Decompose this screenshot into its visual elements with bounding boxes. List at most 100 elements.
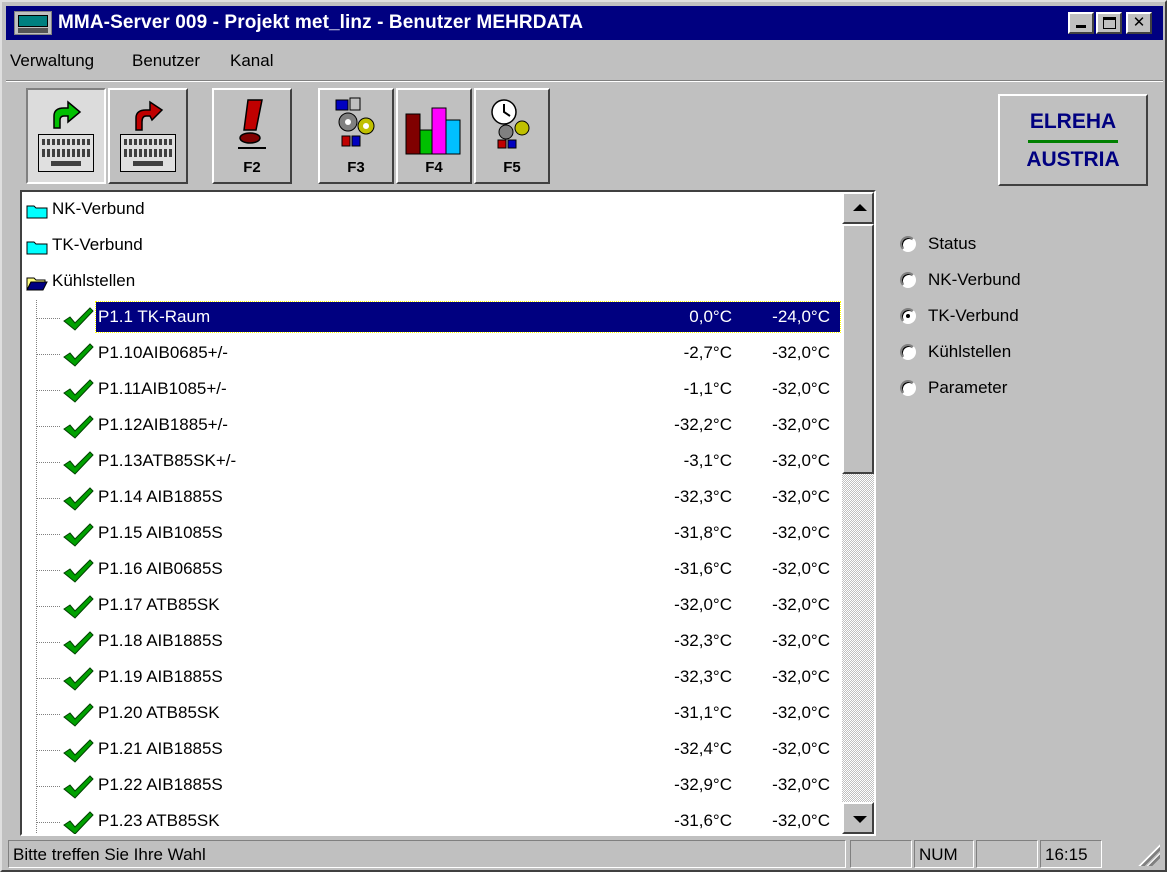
scroll-thumb[interactable] xyxy=(842,224,874,474)
scroll-down-button[interactable] xyxy=(842,802,874,834)
tree-item-label: P1.22 AIB1885S xyxy=(98,775,223,794)
window-title: MMA-Server 009 - Projekt met_linz - Benu… xyxy=(58,12,584,33)
radio-selected-dot xyxy=(906,314,910,318)
scroll-up-button[interactable] xyxy=(842,192,874,224)
tree-connector xyxy=(37,714,61,715)
status-num-lock: NUM xyxy=(914,840,974,868)
radio-button[interactable] xyxy=(900,344,916,360)
check-icon xyxy=(63,631,94,655)
radio-button[interactable] xyxy=(900,236,916,252)
check-icon xyxy=(63,523,94,547)
tree-folder-label: NK-Verbund xyxy=(52,199,145,218)
status-time: 16:15 xyxy=(1040,840,1102,868)
f2-label: F2 xyxy=(243,159,261,176)
check-icon xyxy=(63,343,94,367)
maximize-icon xyxy=(1103,17,1116,29)
status-bar: Bitte treffen Sie Ihre Wahl NUM 16:15 xyxy=(6,838,1163,870)
maximize-button[interactable] xyxy=(1096,12,1122,34)
tree-item-row[interactable]: P1.19 AIB1885S -32,3°C -32,0°C xyxy=(22,660,842,696)
tree-item-row[interactable]: P1.18 AIB1885S -32,3°C -32,0°C xyxy=(22,624,842,660)
resize-grip-icon[interactable] xyxy=(1136,842,1160,866)
tree-connector xyxy=(37,462,61,463)
minimize-button[interactable] xyxy=(1068,12,1094,34)
logout-arrow-icon xyxy=(135,100,164,131)
setpoint-temperature: -32,0°C xyxy=(772,523,830,542)
menu-verwaltung[interactable]: Verwaltung xyxy=(10,51,94,71)
tree-item-label: P1.14 AIB1885S xyxy=(98,487,223,506)
radio-label: Parameter xyxy=(928,378,1008,397)
tree-item-row[interactable]: P1.14 AIB1885S -32,3°C -32,0°C xyxy=(22,480,842,516)
tree-connector xyxy=(37,534,61,535)
tree-item-row[interactable]: P1.20 ATB85SK -31,1°C -32,0°C xyxy=(22,696,842,732)
actual-temperature: -32,4°C xyxy=(674,739,732,758)
clock-settings-icon xyxy=(491,99,530,149)
tree-folder-row[interactable]: NK-Verbund xyxy=(22,192,842,228)
logo-divider xyxy=(1028,140,1118,143)
tree-list: NK-Verbund TK-Verbund Kühlstellen P1.1 TK-R… xyxy=(22,192,842,834)
tree-item-row[interactable]: P1.11AIB1085+/- -1,1°C -32,0°C xyxy=(22,372,842,408)
tree-view[interactable]: NK-Verbund TK-Verbund Kühlstellen P1.1 TK-R… xyxy=(20,190,876,836)
tree-item-row[interactable]: P1.15 AIB1085S -31,8°C -32,0°C xyxy=(22,516,842,552)
f5-button[interactable]: F5 xyxy=(474,88,550,184)
f2-button[interactable]: F2 xyxy=(212,88,292,184)
actual-temperature: -31,6°C xyxy=(674,559,732,578)
radio-label: TK-Verbund xyxy=(928,306,1019,325)
f4-button[interactable]: F4 xyxy=(396,88,472,184)
vertical-scrollbar[interactable] xyxy=(842,192,874,834)
tree-item-row[interactable]: P1.16 AIB0685S -31,6°C -32,0°C xyxy=(22,552,842,588)
actual-temperature: -31,6°C xyxy=(674,811,732,830)
tree-item-row[interactable]: P1.10AIB0685+/- -2,7°C -32,0°C xyxy=(22,336,842,372)
actual-temperature: -32,2°C xyxy=(674,415,732,434)
keyboard-logout-icon xyxy=(120,134,176,172)
tree-item-row[interactable]: P1.17 ATB85SK -32,0°C -32,0°C xyxy=(22,588,842,624)
tree-item-row[interactable]: P1.23 ATB85SK -31,6°C -32,0°C xyxy=(22,804,842,834)
tree-item-row[interactable]: P1.21 AIB1885S -32,4°C -32,0°C xyxy=(22,732,842,768)
open-folder-icon xyxy=(26,277,48,291)
actual-temperature: 0,0°C xyxy=(689,307,732,326)
tree-item-label: P1.23 ATB85SK xyxy=(98,811,220,830)
folder-icon xyxy=(26,241,48,255)
title-bar[interactable]: MMA-Server 009 - Projekt met_linz - Benu… xyxy=(6,6,1163,40)
logo-top-text: ELREHA xyxy=(1029,110,1117,133)
menu-kanal[interactable]: Kanal xyxy=(230,51,273,71)
status-message: Bitte treffen Sie Ihre Wahl xyxy=(8,840,846,868)
f5-label: F5 xyxy=(503,159,521,176)
tree-connector xyxy=(37,606,61,607)
status-field-empty-1 xyxy=(850,840,912,868)
tree-connector xyxy=(37,390,61,391)
radio-button[interactable] xyxy=(900,308,916,324)
setpoint-temperature: -32,0°C xyxy=(772,775,830,794)
tree-item-row[interactable]: P1.13ATB85SK+/- -3,1°C -32,0°C xyxy=(22,444,842,480)
tree-item-row[interactable]: P1.12AIB1885+/- -32,2°C -32,0°C xyxy=(22,408,842,444)
keyboard-login-icon xyxy=(38,134,94,172)
tree-connector xyxy=(36,804,37,834)
logout-button[interactable] xyxy=(108,88,188,184)
minimize-icon xyxy=(1076,25,1086,28)
tree-connector xyxy=(37,426,61,427)
tree-folder-row[interactable]: Kühlstellen xyxy=(22,264,842,300)
actual-temperature: -31,1°C xyxy=(674,703,732,722)
login-button[interactable] xyxy=(26,88,106,184)
tree-folder-row[interactable]: TK-Verbund xyxy=(22,228,842,264)
close-button[interactable]: ✕ xyxy=(1126,12,1152,34)
tree-item-label: P1.15 AIB1085S xyxy=(98,523,223,542)
app-icon[interactable] xyxy=(14,11,52,35)
radio-button[interactable] xyxy=(900,380,916,396)
actual-temperature: -32,3°C xyxy=(674,631,732,650)
actual-temperature: -32,3°C xyxy=(674,487,732,506)
tree-item-label: P1.1 TK-Raum xyxy=(98,307,211,326)
menu-benutzer[interactable]: Benutzer xyxy=(132,51,200,71)
check-icon xyxy=(63,811,94,834)
tree-item-label: P1.17 ATB85SK xyxy=(98,595,220,614)
tree-item-row[interactable]: P1.22 AIB1885S -32,9°C -32,0°C xyxy=(22,768,842,804)
folder-icon xyxy=(26,205,48,219)
check-icon xyxy=(63,667,94,691)
actual-temperature: -32,3°C xyxy=(674,667,732,686)
setpoint-temperature: -32,0°C xyxy=(772,451,830,470)
tree-item-label: P1.10AIB0685+/- xyxy=(98,343,228,362)
tree-item-row[interactable]: P1.1 TK-Raum 0,0°C -24,0°C xyxy=(22,300,842,336)
menu-bar: Verwaltung Benutzer Kanal xyxy=(6,44,1163,76)
elreha-logo-button[interactable]: ELREHA AUSTRIA xyxy=(998,94,1148,186)
radio-button[interactable] xyxy=(900,272,916,288)
f3-button[interactable]: F3 xyxy=(318,88,394,184)
